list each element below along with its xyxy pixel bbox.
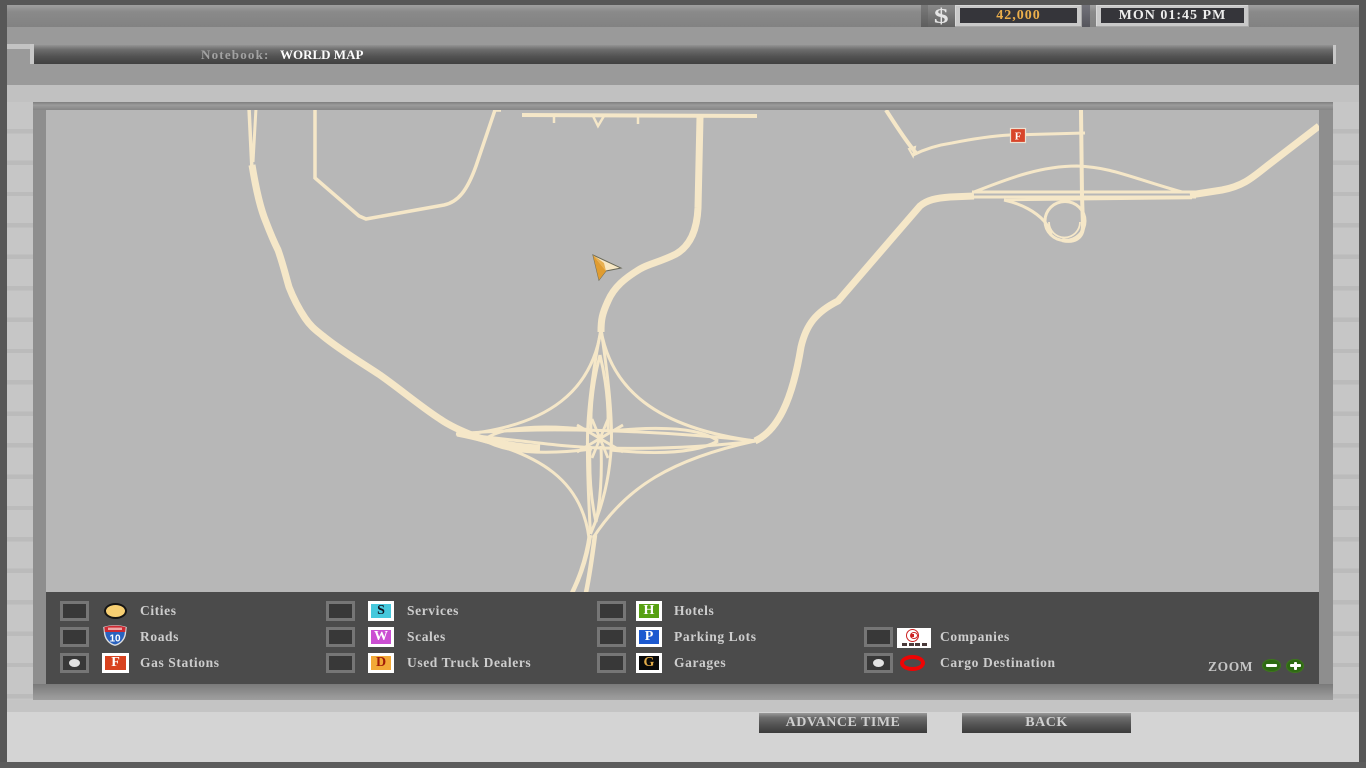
svg-text:10: 10 [109, 634, 121, 645]
svg-text:F: F [1015, 132, 1021, 143]
